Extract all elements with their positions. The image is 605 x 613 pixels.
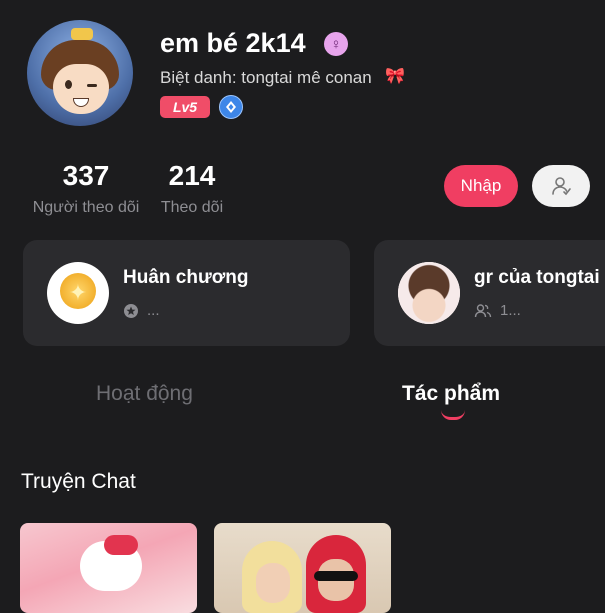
following-label[interactable]: Theo dõi [152, 199, 232, 217]
medal-card[interactable]: ✦ Huân chương ... [23, 240, 350, 346]
crown-decoration [71, 28, 93, 40]
group-card-title: gr của tongtai [474, 267, 600, 288]
female-gender-icon: ♀ [324, 32, 348, 56]
profile-username: em bé 2k14 [160, 28, 306, 58]
bow-icon: 🎀 [385, 68, 405, 85]
group-card-subtitle: 1... [474, 302, 521, 319]
medal-small-icon [124, 303, 138, 318]
bow-art [104, 535, 138, 555]
medal-card-value: ... [147, 302, 160, 319]
user-add-icon [552, 177, 571, 196]
avatar-eye [65, 80, 72, 89]
medal-card-subtitle: ... [123, 302, 160, 319]
following-count[interactable]: 214 [157, 160, 227, 192]
medal-card-title: Huân chương [123, 267, 249, 288]
tab-activity[interactable]: Hoạt động [96, 382, 193, 406]
group-art [398, 262, 460, 324]
star-icon: ✦ [68, 280, 88, 305]
followers-count[interactable]: 337 [30, 160, 142, 192]
person-art [306, 535, 366, 613]
tab-works[interactable]: Tác phẩm [402, 382, 500, 406]
profile-avatar[interactable] [27, 20, 133, 126]
group-card[interactable]: gr của tongtai 1... [374, 240, 605, 346]
medal-icon: ✦ [47, 262, 109, 324]
diamond-icon [226, 101, 236, 113]
group-avatar [398, 262, 460, 324]
group-card-value: 1... [500, 302, 521, 319]
level-badge[interactable]: Lv5 [160, 96, 210, 118]
join-button[interactable]: Nhập [444, 165, 518, 207]
section-title: Truyện Chat [21, 470, 136, 493]
follow-user-button[interactable] [532, 165, 590, 207]
members-icon [474, 303, 492, 317]
followers-label[interactable]: Người theo dõi [24, 199, 148, 217]
verified-badge-icon[interactable] [219, 95, 243, 119]
active-tab-indicator [441, 410, 465, 420]
avatar-wink [87, 84, 97, 87]
person-art [242, 541, 302, 613]
profile-nickname: Biệt danh: tongtai mê conan [160, 68, 372, 87]
